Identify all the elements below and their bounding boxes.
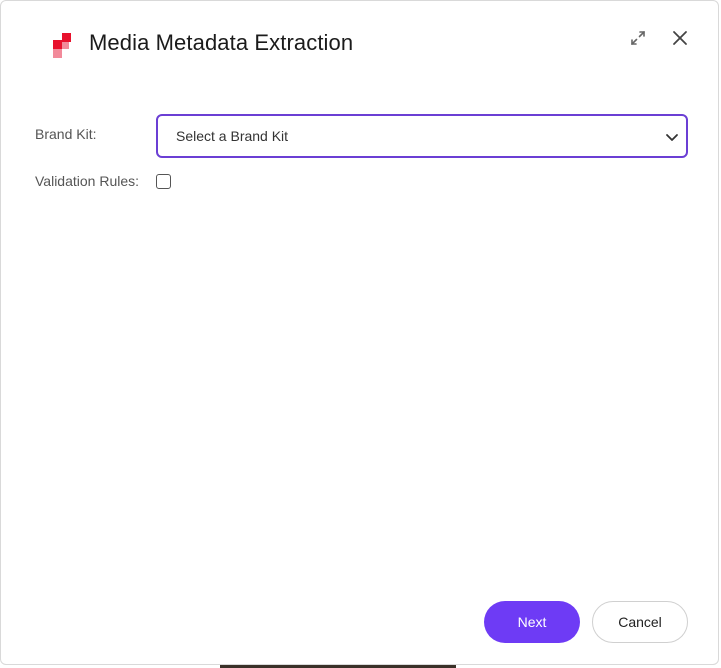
validation-rules-label: Validation Rules:: [35, 173, 140, 189]
dialog-title: Media Metadata Extraction: [89, 30, 354, 55]
expand-icon[interactable]: [627, 27, 649, 49]
dialog: Media Metadata Extraction Brand Kit: Sel…: [0, 0, 719, 665]
close-icon[interactable]: [669, 27, 691, 49]
brand-logo-icon: [51, 33, 75, 59]
brand-kit-label: Brand Kit:: [35, 126, 97, 142]
chevron-down-icon: [664, 129, 680, 145]
cancel-button[interactable]: Cancel: [592, 601, 688, 643]
next-button[interactable]: Next: [484, 601, 580, 643]
validation-rules-checkbox[interactable]: [156, 174, 171, 189]
brand-kit-placeholder: Select a Brand Kit: [176, 128, 289, 144]
brand-kit-select[interactable]: Select a Brand Kit: [156, 114, 688, 158]
